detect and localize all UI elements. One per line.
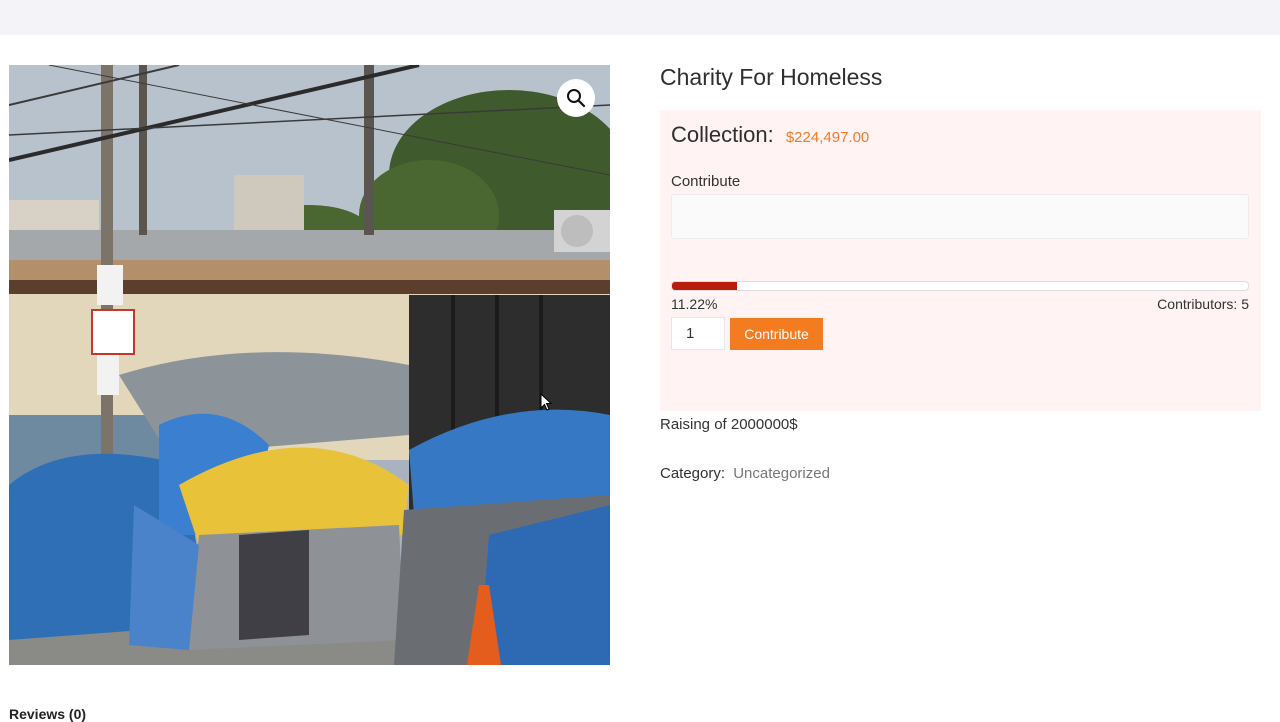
product-photo (9, 65, 610, 665)
category-link[interactable]: Uncategorized (733, 465, 830, 482)
collection-summary: Collection: $224,497.00 (671, 122, 869, 148)
top-bar (0, 0, 1280, 35)
contribute-label: Contribute (671, 173, 741, 190)
product-category: Category: Uncategorized (660, 465, 830, 482)
contribute-amount-field[interactable] (671, 194, 1249, 239)
contribute-button[interactable]: Contribute (730, 318, 823, 350)
category-label: Category: (660, 465, 726, 482)
quantity-input[interactable] (671, 317, 725, 350)
magnifier-icon (567, 89, 586, 108)
zoom-button[interactable] (557, 79, 595, 117)
collection-label: Collection: (671, 122, 774, 147)
collection-amount: $224,497.00 (785, 129, 870, 146)
mouse-pointer-icon (540, 393, 552, 411)
progress-bar (671, 281, 1249, 291)
campaign-panel: Collection: $224,497.00 Contribute 11.22… (660, 110, 1261, 411)
product-title: Charity For Homeless (660, 64, 883, 90)
raising-goal: Raising of 2000000$ (660, 416, 798, 433)
progress-percent: 11.22% (671, 296, 718, 312)
product-image[interactable] (9, 65, 610, 665)
contributors-count: Contributors: 5 (1157, 296, 1249, 312)
progress-fill (672, 282, 737, 290)
